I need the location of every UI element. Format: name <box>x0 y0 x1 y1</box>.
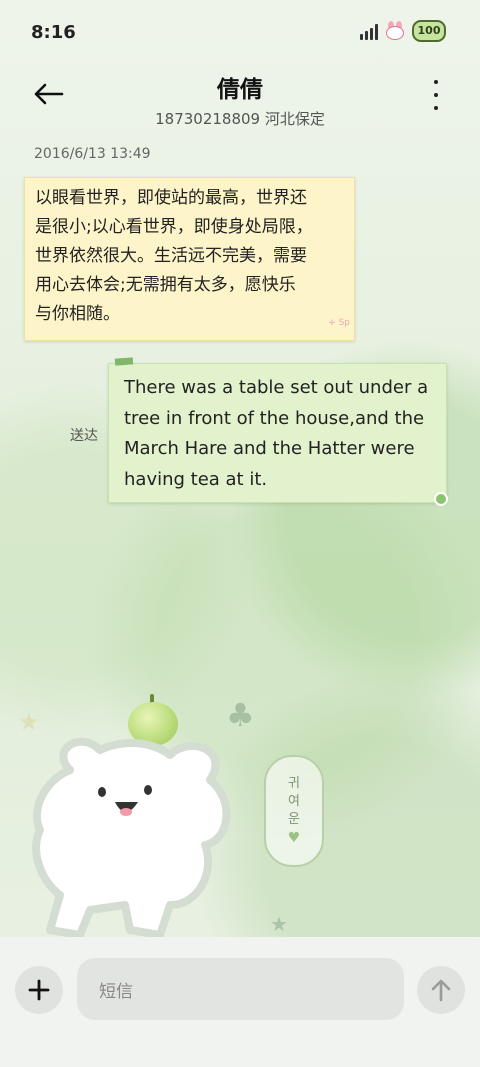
signal-icon <box>360 22 378 40</box>
message-input-placeholder: 短信 <box>99 981 133 1002</box>
message-line: 以眼看世界，即使站的最高，世界还 <box>35 188 307 208</box>
message-line: There was a table set out under a <box>124 377 429 398</box>
message-composer: 短信 <box>0 937 480 1067</box>
message-line: March Hare and the Hatter were <box>124 438 415 459</box>
send-button[interactable] <box>417 966 465 1014</box>
message-timestamp: 2016/6/13 13:49 <box>34 146 151 162</box>
back-button[interactable] <box>30 78 66 110</box>
contact-title: 倩倩 18730218809 河北保定 <box>90 66 390 129</box>
contact-subtitle: 18730218809 河北保定 <box>155 110 325 128</box>
more-vertical-icon <box>434 80 438 84</box>
bubble-dot-decoration <box>434 492 448 506</box>
message-line: 用心去体会;无需拥有太多，愿快乐 <box>35 275 296 295</box>
arrow-left-icon <box>34 83 64 105</box>
delivery-status: 送达 <box>70 428 98 444</box>
status-time: 8:16 <box>31 22 76 43</box>
plus-icon <box>28 979 50 1001</box>
message-input[interactable]: 短信 <box>77 958 404 1020</box>
status-bar: 8:16 100 <box>0 0 480 66</box>
bubble-signature: + Sp <box>328 318 350 328</box>
add-attachment-button[interactable] <box>15 966 63 1014</box>
bear-illustration <box>32 737 231 939</box>
message-line: having tea at it. <box>124 468 268 490</box>
status-icons: 100 <box>360 20 446 42</box>
more-options-button[interactable] <box>426 80 446 110</box>
incoming-message-bubble[interactable]: 以眼看世界，即使站的最高，世界还 是很小;以心看世界，即使身处局限， 世界依然很… <box>24 177 355 341</box>
message-line: 是很小;以心看世界，即使身处局限， <box>35 217 313 237</box>
korean-tag-decoration: 귀 여 운 ♥ <box>264 755 324 867</box>
arrow-up-icon <box>431 979 451 1002</box>
tape-decoration <box>114 357 134 366</box>
contact-name: 倩倩 <box>217 77 263 103</box>
star-icon: ★ <box>270 912 288 936</box>
tag-char: 운 <box>288 812 300 827</box>
conversation-header: 倩倩 18730218809 河北保定 <box>0 66 480 130</box>
message-line: 与你相随。 <box>35 304 120 324</box>
tag-char: 귀 <box>288 776 300 791</box>
bunny-icon <box>384 21 406 41</box>
clover-icon: ♣ <box>226 696 255 734</box>
tag-char: 여 <box>288 794 300 809</box>
heart-icon: ♥ <box>287 830 301 846</box>
message-line: 世界依然很大。生活远不完美，需要 <box>35 246 307 266</box>
outgoing-message-bubble[interactable]: There was a table set out under a tree i… <box>108 357 448 506</box>
battery-icon: 100 <box>412 20 446 42</box>
message-line: tree in front of the house,and the <box>124 407 425 429</box>
